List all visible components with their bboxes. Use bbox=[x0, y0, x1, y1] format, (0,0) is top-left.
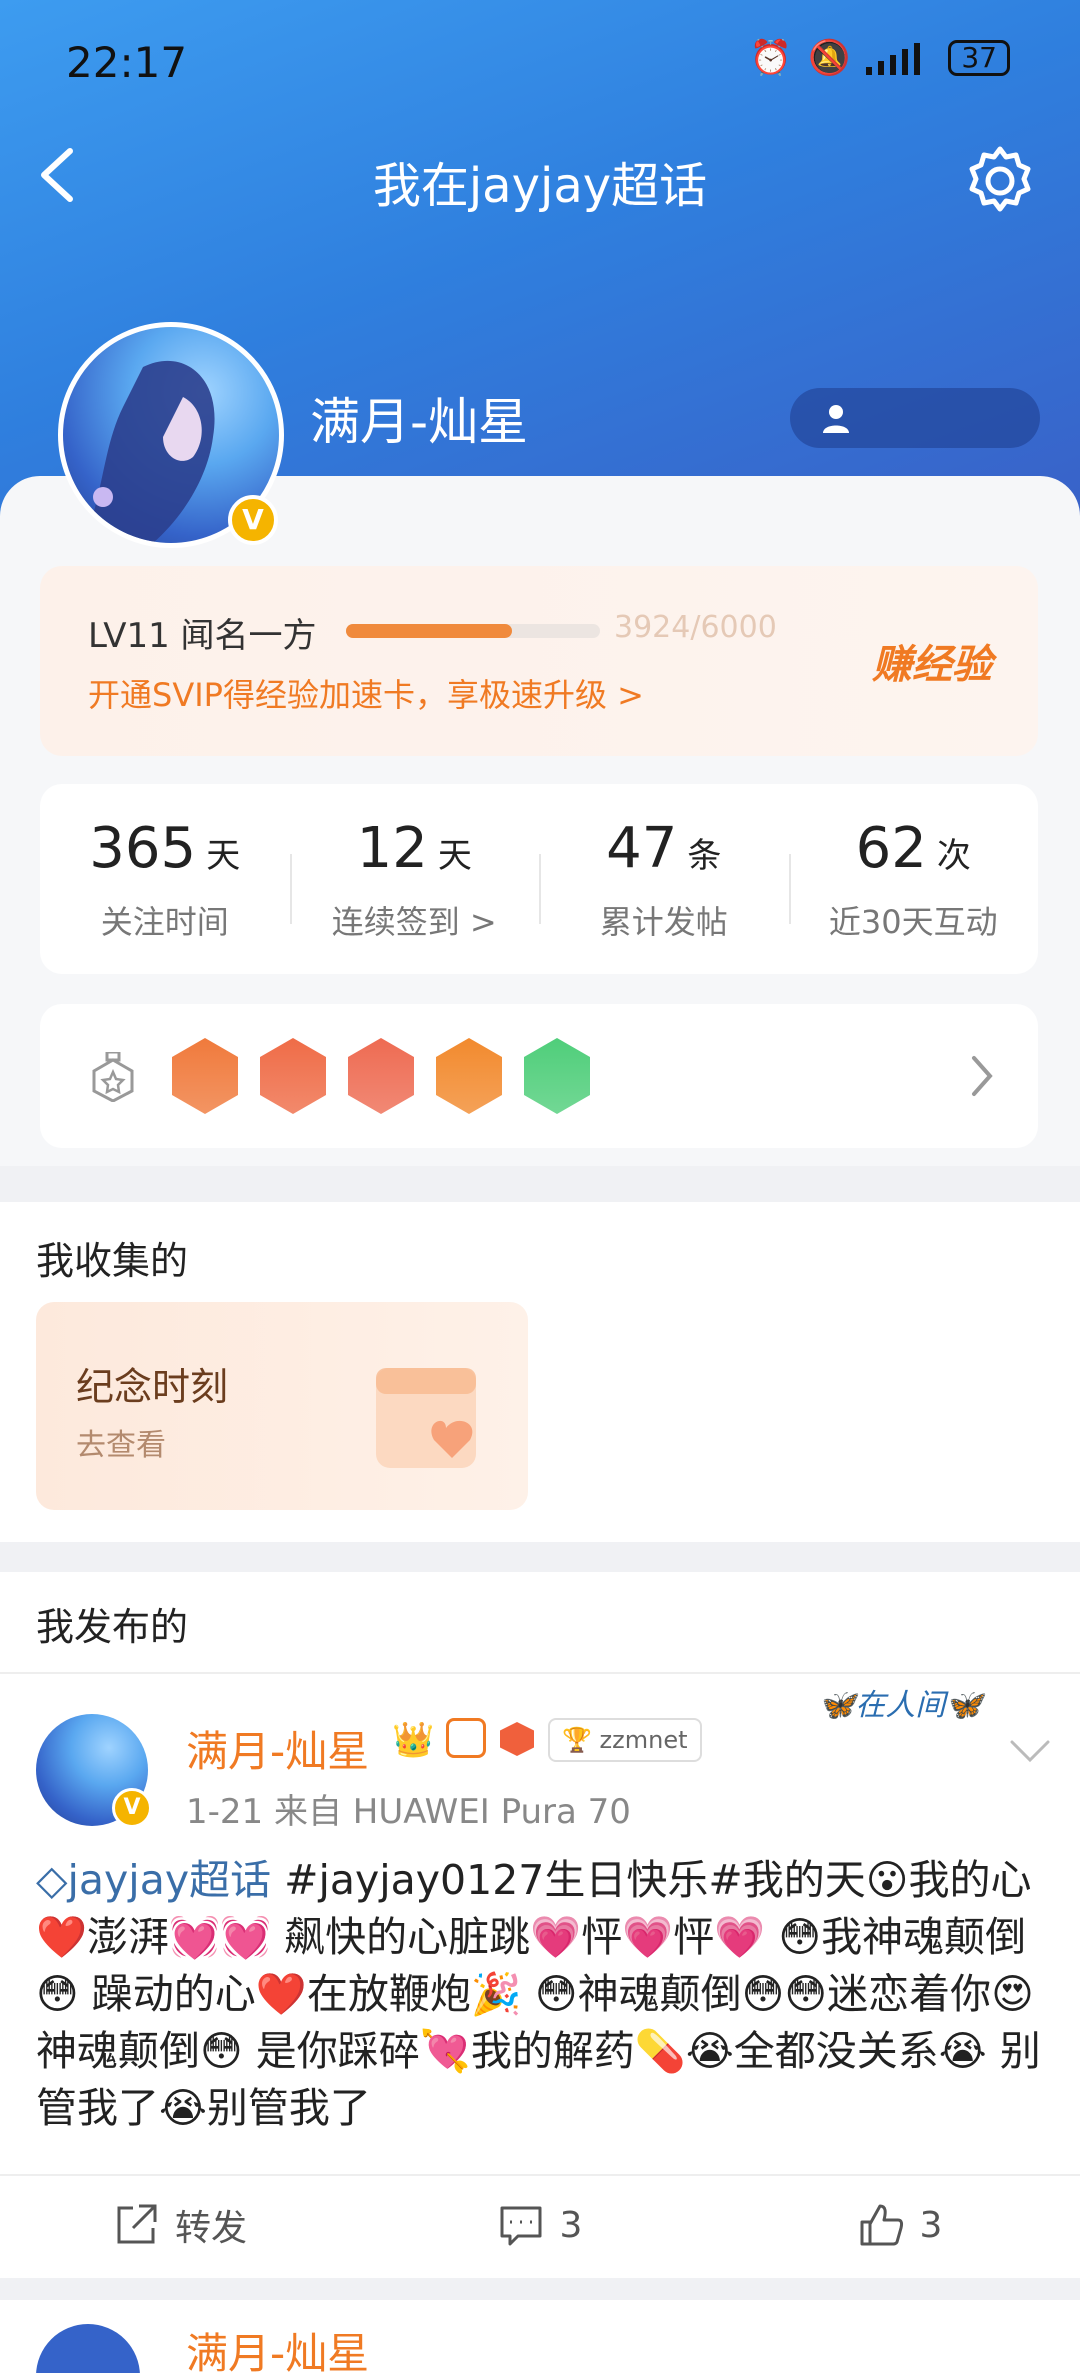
calendar-heart-icon bbox=[376, 1368, 476, 1468]
stat-label: 关注时间 bbox=[100, 903, 229, 941]
stat-unit: 天 bbox=[437, 836, 472, 876]
level-progress-fill bbox=[346, 624, 513, 638]
topic-link[interactable]: jayjay超话 bbox=[68, 1856, 272, 1904]
post-verified-badge-icon: V bbox=[112, 1788, 152, 1828]
medal-badge-icon bbox=[172, 1038, 238, 1114]
chevron-down-icon[interactable] bbox=[1008, 1736, 1052, 1766]
level-box[interactable]: LV11 闻名一方 3924/6000 开通SVIP得经验加速卡，享极速升级 >… bbox=[40, 566, 1038, 756]
post-actions: 转发 3 3 bbox=[0, 2174, 1080, 2274]
collected-heading: 我收集的 bbox=[36, 1239, 189, 1283]
status-time: 22:17 bbox=[66, 38, 188, 87]
post-author[interactable]: 满月-灿星 bbox=[186, 1718, 369, 1779]
forward-label: 转发 bbox=[174, 2208, 247, 2249]
decoration-label: 在人间 bbox=[855, 1688, 946, 1723]
medal-badge-icon bbox=[524, 1038, 590, 1114]
battery-indicator: 37 bbox=[948, 40, 1010, 76]
next-post-card[interactable]: 满月-灿星 bbox=[0, 2300, 1080, 2373]
thumbs-up-icon bbox=[860, 2204, 903, 2246]
level-progress-text: 3924/6000 bbox=[614, 610, 777, 645]
medal-badge-icon bbox=[348, 1038, 414, 1114]
stat-2: 47 条累计发帖 bbox=[539, 784, 789, 974]
like-count: 3 bbox=[919, 2204, 943, 2246]
stat-0: 365 天关注时间 bbox=[40, 784, 290, 974]
butterfly-icon: 🦋 bbox=[818, 1688, 856, 1723]
stat-value: 62 bbox=[855, 816, 927, 881]
stat-unit: 条 bbox=[687, 836, 722, 876]
stat-unit: 天 bbox=[206, 836, 241, 876]
member-tag-label: zzmnet bbox=[599, 1726, 688, 1754]
crown-icon: 👑 bbox=[392, 1720, 435, 1760]
like-button[interactable]: 3 bbox=[720, 2176, 1080, 2274]
post-card[interactable]: V 满月-灿星 👑 🏆 zzmnet 🦋在人间🦋 1-21 来自 HUAWEI … bbox=[0, 1672, 1080, 2278]
user-pill[interactable] bbox=[790, 388, 1040, 448]
stat-value: 12 bbox=[356, 816, 428, 881]
stat-label: 累计发帖 bbox=[599, 903, 728, 941]
alarm-icon: ⏰ bbox=[749, 38, 793, 78]
share-icon bbox=[117, 2204, 157, 2244]
page-title: 我在jayjay超话 bbox=[372, 158, 708, 214]
stat-label: 连续签到 > bbox=[331, 903, 497, 941]
medal-badge-icon bbox=[436, 1038, 502, 1114]
published-section: 我发布的 bbox=[0, 1572, 1080, 1672]
signal-icon bbox=[866, 43, 921, 75]
next-post-author[interactable]: 满月-灿星 bbox=[186, 2320, 369, 2373]
post-meta: 1-21 来自 HUAWEI Pura 70 bbox=[186, 1792, 631, 1832]
stat-value: 365 bbox=[89, 816, 197, 881]
comment-count: 3 bbox=[559, 2204, 583, 2246]
level-badge-icon bbox=[500, 1722, 534, 1756]
topic-icon: ◇ bbox=[36, 1856, 68, 1904]
memorial-view-link: 去查看 bbox=[76, 1428, 166, 1463]
earn-exp-button[interactable]: 赚经验 bbox=[872, 632, 992, 690]
mute-icon: 🔕 bbox=[808, 38, 851, 78]
settings-gear-icon[interactable] bbox=[964, 145, 1036, 217]
medals-row[interactable] bbox=[40, 1004, 1038, 1148]
member-tag: 🏆 zzmnet bbox=[548, 1718, 702, 1762]
comment-icon bbox=[500, 2206, 542, 2246]
published-heading: 我发布的 bbox=[36, 1605, 189, 1649]
butterfly-decoration: 🦋在人间🦋 bbox=[818, 1680, 983, 1724]
memorial-moments-card[interactable]: 纪念时刻 去查看 bbox=[36, 1302, 528, 1510]
post-body: ◇jayjay超话 #jayjay0127生日快乐#我的天😮我的心❤️澎湃💓💓 … bbox=[36, 1852, 1046, 2137]
svip-promo-link[interactable]: 开通SVIP得经验加速卡，享极速升级 > bbox=[88, 670, 644, 716]
stat-1[interactable]: 12 天连续签到 > bbox=[289, 784, 540, 974]
next-post-avatar[interactable] bbox=[36, 2324, 140, 2373]
stat-value: 47 bbox=[606, 816, 678, 881]
level-label: LV11 闻名一方 bbox=[88, 616, 317, 656]
stat-label: 近30天互动 bbox=[828, 903, 998, 941]
level-progress-bar bbox=[346, 624, 600, 638]
stat-unit: 次 bbox=[936, 836, 971, 876]
stats-row: 365 天关注时间 12 天连续签到 >47 条累计发帖 62 次近30天互动 bbox=[40, 784, 1038, 974]
medal-badge-icon bbox=[260, 1038, 326, 1114]
fan-badge-icon bbox=[446, 1718, 486, 1758]
comment-button[interactable]: 3 bbox=[360, 2176, 720, 2274]
chevron-right-icon bbox=[972, 1056, 993, 1096]
trophy-icon: 🏆 bbox=[562, 1726, 592, 1754]
verified-badge-icon: V bbox=[228, 495, 278, 545]
stat-3: 62 次近30天互动 bbox=[788, 784, 1039, 974]
medal-outline-icon bbox=[92, 1052, 134, 1102]
status-icons: ⏰ 🔕 37 bbox=[750, 38, 1010, 78]
forward-button[interactable]: 转发 bbox=[0, 2176, 360, 2274]
butterfly-icon: 🦋 bbox=[945, 1688, 983, 1723]
person-icon bbox=[823, 405, 849, 433]
memorial-title: 纪念时刻 bbox=[76, 1365, 229, 1409]
user-name: 满月-灿星 bbox=[310, 393, 529, 451]
